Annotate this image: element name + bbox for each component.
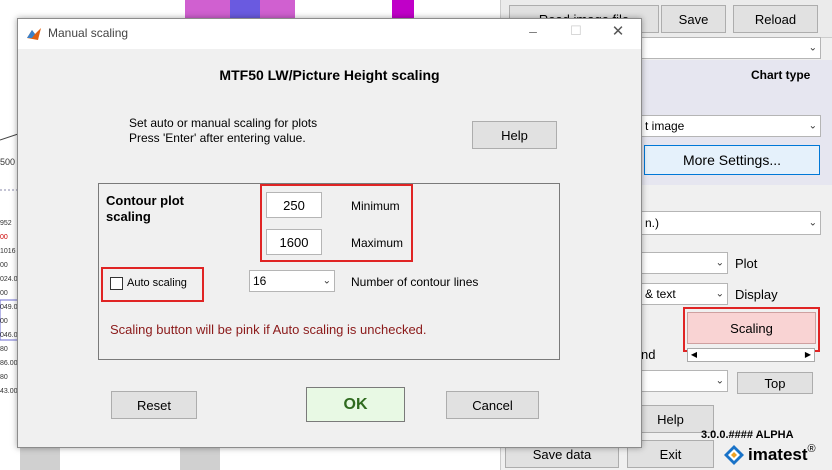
horizontal-slider[interactable]: ◀ ▶ bbox=[687, 348, 815, 362]
plot-dropdown[interactable]: ⌄ bbox=[641, 252, 728, 274]
reload-button[interactable]: Reload bbox=[733, 5, 818, 33]
dialog-heading: MTF50 LW/Picture Height scaling bbox=[219, 67, 440, 83]
save-button[interactable]: Save bbox=[661, 5, 726, 33]
chevron-down-icon: ⌄ bbox=[808, 120, 817, 132]
contour-lines-select[interactable]: 16 ⌄ bbox=[249, 270, 335, 292]
manual-scaling-dialog: Manual scaling – ☐ ✕ MTF50 LW/Picture He… bbox=[17, 18, 642, 448]
imatest-logo: imatest ® bbox=[723, 443, 816, 467]
version-label: 3.0.0.#### ALPHA bbox=[701, 429, 794, 441]
plot-tick-labels: 500 952 00 1016 00 024.0 00 049.0 00 046… bbox=[0, 157, 18, 395]
chevron-down-icon: ⌄ bbox=[715, 288, 724, 300]
chevron-down-icon: ⌄ bbox=[322, 275, 331, 287]
matlab-icon bbox=[26, 26, 42, 42]
scaling-button[interactable]: Scaling bbox=[687, 312, 816, 344]
contour-label-line-2: scaling bbox=[106, 209, 151, 224]
chevron-down-icon: ⌄ bbox=[808, 217, 817, 229]
display-label: Display bbox=[735, 287, 778, 302]
note-text: Scaling button will be pink if Auto scal… bbox=[110, 322, 427, 337]
instructions-line-1: Set auto or manual scaling for plots bbox=[129, 116, 318, 130]
minimum-input[interactable] bbox=[266, 192, 322, 218]
maximum-label: Maximum bbox=[351, 236, 404, 250]
view-dropdown[interactable]: ⌄ bbox=[641, 370, 728, 392]
imatest-diamond-icon bbox=[724, 445, 744, 465]
more-settings-button[interactable]: More Settings... bbox=[644, 145, 820, 175]
slider-right-arrow-icon[interactable]: ▶ bbox=[802, 349, 814, 361]
dialog-titlebar: Manual scaling – ☐ ✕ bbox=[18, 19, 641, 49]
dialog-title: Manual scaling bbox=[48, 26, 129, 40]
minimum-label: Minimum bbox=[351, 199, 400, 213]
chevron-down-icon: ⌄ bbox=[715, 375, 724, 387]
contour-lines-label: Number of contour lines bbox=[351, 275, 479, 289]
slider-left-arrow-icon[interactable]: ◀ bbox=[688, 349, 700, 361]
close-icon[interactable]: ✕ bbox=[608, 22, 628, 42]
registered-mark: ® bbox=[807, 443, 816, 455]
and-label: nd bbox=[641, 347, 656, 362]
maximize-icon[interactable]: ☐ bbox=[566, 23, 586, 43]
top-button[interactable]: Top bbox=[737, 372, 813, 394]
chevron-down-icon: ⌄ bbox=[808, 42, 817, 54]
plot-label: Plot bbox=[735, 256, 758, 271]
minimize-icon[interactable]: – bbox=[523, 23, 543, 43]
help-button[interactable]: Help bbox=[472, 121, 557, 149]
instructions-line-2: Press 'Enter' after entering value. bbox=[129, 131, 306, 145]
ok-button[interactable]: OK bbox=[306, 387, 405, 422]
image-type-dropdown[interactable]: t image ⌄ bbox=[641, 115, 821, 137]
cancel-button[interactable]: Cancel bbox=[446, 391, 539, 419]
chart-type-label: Chart type bbox=[751, 68, 811, 82]
top-dropdown[interactable]: ⌄ bbox=[641, 37, 821, 59]
imatest-logo-text: imatest bbox=[748, 445, 808, 464]
display-dropdown[interactable]: & text ⌄ bbox=[641, 283, 728, 305]
chevron-down-icon: ⌄ bbox=[715, 257, 724, 269]
units-dropdown[interactable]: n.) ⌄ bbox=[641, 211, 821, 235]
reset-button[interactable]: Reset bbox=[111, 391, 197, 419]
auto-scaling-checkbox[interactable] bbox=[110, 277, 123, 290]
maximum-input[interactable] bbox=[266, 229, 322, 255]
auto-scaling-label: Auto scaling bbox=[127, 277, 187, 289]
contour-label-line-1: Contour plot bbox=[106, 193, 184, 208]
